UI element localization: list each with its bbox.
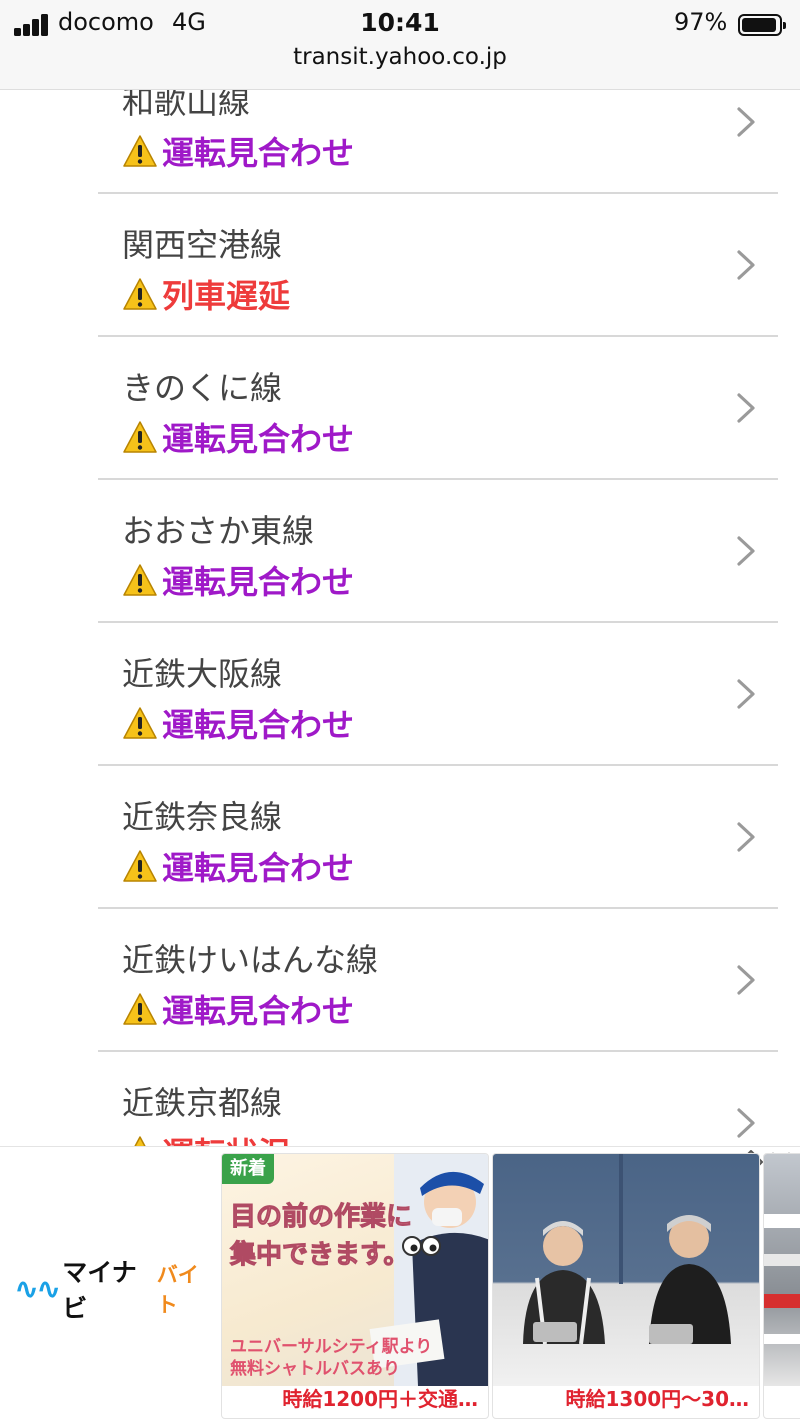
warning-icon xyxy=(123,421,157,453)
line-status-text: 列車遅延 xyxy=(162,277,291,315)
chevron-right-icon xyxy=(737,107,755,137)
line-status: 運転見合わせ xyxy=(122,989,355,1030)
chevron-right-icon xyxy=(737,1108,755,1138)
line-name: 近鉄奈良線 xyxy=(122,798,283,836)
battery-icon xyxy=(738,14,786,36)
ad-card-job-1[interactable]: 新着 目の前の作業に 集中できます。 ユニバーサルシティ駅より 無料シャトルバス… xyxy=(221,1153,489,1419)
line-status-text: 運転見合わせ xyxy=(162,134,355,172)
ad-card-image xyxy=(764,1154,800,1386)
warehouse-photo-icon xyxy=(764,1214,800,1344)
status-bar: docomo 4G 10:41 97% transit.yahoo.co.jp xyxy=(0,0,800,90)
line-row-kintetsu-osaka[interactable]: 近鉄大阪線 運転見合わせ xyxy=(98,623,778,766)
chevron-right-icon xyxy=(737,822,755,852)
warning-icon xyxy=(123,993,157,1025)
line-row-kintetsu-kyoto[interactable]: 近鉄京都線 運転状況 xyxy=(98,1052,778,1148)
line-name: 関西空港線 xyxy=(122,226,283,264)
chevron-right-icon xyxy=(737,536,755,566)
line-status: 運転見合わせ xyxy=(122,131,355,172)
warning-icon xyxy=(123,707,157,739)
line-name: 近鉄京都線 xyxy=(122,1084,283,1122)
line-row-osaka-higashi[interactable]: おおさか東線 運転見合わせ xyxy=(98,480,778,623)
line-status: 運転見合わせ xyxy=(122,703,355,744)
line-status-text: 運転見合わせ xyxy=(162,420,355,458)
mynavi-logo-mark-icon: ∿∿ xyxy=(14,1271,61,1307)
warning-icon xyxy=(123,135,157,167)
ad-card-job-2[interactable]: 時給1300円〜30… xyxy=(492,1153,760,1419)
line-status-text: 運転見合わせ xyxy=(162,563,355,601)
line-row-kinokuni[interactable]: きのくに線 運転見合わせ xyxy=(98,337,778,480)
ad-card-image xyxy=(493,1154,759,1386)
brand-sub: バイト xyxy=(156,1263,199,1317)
chevron-right-icon xyxy=(737,965,755,995)
ad-card-image: 新着 目の前の作業に 集中できます。 ユニバーサルシティ駅より 無料シャトルバス… xyxy=(222,1154,488,1386)
line-status: 運転見合わせ xyxy=(122,417,355,458)
line-row-kintetsu-nara[interactable]: 近鉄奈良線 運転見合わせ xyxy=(98,766,778,909)
office-workers-photo-icon xyxy=(523,1154,731,1345)
chevron-right-icon xyxy=(737,250,755,280)
ad-headline-2: 集中できます。 xyxy=(230,1240,410,1271)
ad-banner[interactable]: 広告 ∿∿ マイナビ バイト 新着 目の前の作業 xyxy=(0,1146,800,1423)
brand-name: マイナビ xyxy=(62,1258,137,1323)
line-name: 近鉄けいはんな線 xyxy=(122,941,379,979)
battery-percent: 97% xyxy=(674,8,728,36)
line-status-text: 運転見合わせ xyxy=(162,849,355,887)
line-status-text: 運転見合わせ xyxy=(162,706,355,744)
line-name: きのくに線 xyxy=(122,369,283,407)
ad-subtext-2: 無料シャトルバスあり xyxy=(230,1359,400,1379)
warning-icon xyxy=(123,278,157,310)
line-name: おおさか東線 xyxy=(122,512,315,550)
line-status: 運転見合わせ xyxy=(122,560,355,601)
line-row-kintetsu-keihanna[interactable]: 近鉄けいはんな線 運転見合わせ xyxy=(98,909,778,1052)
line-status: 運転見合わせ xyxy=(122,846,355,887)
line-status: 列車遅延 xyxy=(122,274,291,315)
chevron-right-icon xyxy=(737,393,755,423)
ad-card-price: 時給1300円〜30… xyxy=(565,1387,750,1411)
line-row-kansai-airport[interactable]: 関西空港線 列車遅延 xyxy=(98,194,778,337)
address-bar-url[interactable]: transit.yahoo.co.jp xyxy=(0,44,800,70)
ad-card-price: 時給1200円＋交通… xyxy=(282,1387,478,1411)
line-name: 近鉄大阪線 xyxy=(122,655,283,693)
new-badge: 新着 xyxy=(222,1154,274,1184)
line-status-list: 和歌山線 運転見合わせ 関西空港線 列車遅延 きのくに線 運転見合わせ おおさか… xyxy=(0,0,800,1148)
line-status-text: 運転見合わせ xyxy=(162,992,355,1030)
chevron-right-icon xyxy=(737,679,755,709)
warning-icon xyxy=(123,564,157,596)
mynavi-baito-logo[interactable]: ∿∿ マイナビ バイト xyxy=(14,1258,214,1323)
ad-card-job-3[interactable] xyxy=(763,1153,800,1419)
warning-icon xyxy=(123,850,157,882)
ad-headline-1: 目の前の作業に xyxy=(230,1202,413,1233)
